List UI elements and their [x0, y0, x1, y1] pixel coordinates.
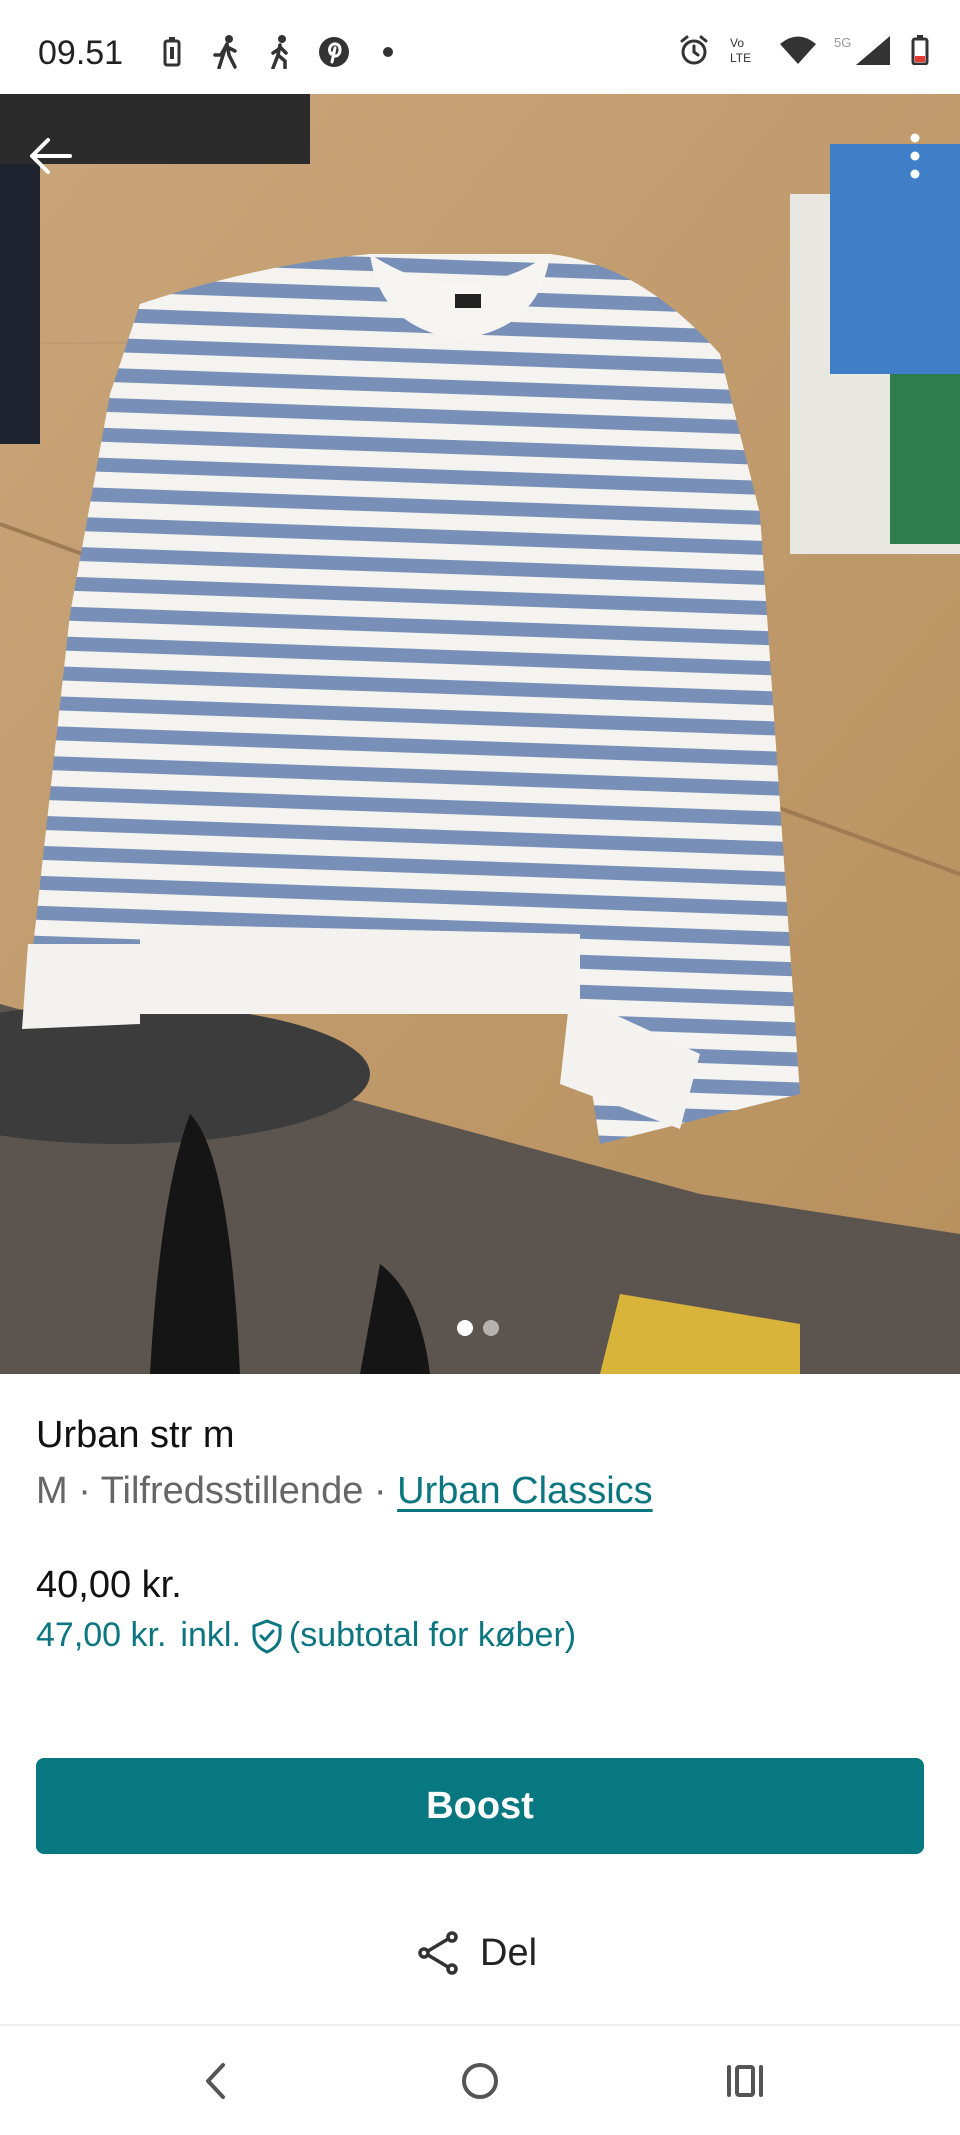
nav-home-button[interactable]: [455, 2056, 505, 2106]
wifi-icon: [778, 34, 818, 66]
battery-icon: [910, 34, 930, 66]
battery-saver-icon: [156, 36, 188, 68]
walking-icon: [210, 35, 242, 69]
shield-check-icon: [249, 1618, 285, 1654]
dot-icon: [372, 36, 404, 68]
listing-title: Urban str m: [36, 1414, 235, 1456]
size-label: M: [36, 1470, 68, 1512]
share-label: Del: [480, 1931, 538, 1974]
system-navigation-bar: [0, 2024, 960, 2135]
alarm-icon: [678, 34, 710, 66]
status-bar: 09.51 Vo LTE 5G: [0, 0, 960, 94]
buyer-price-info[interactable]: 47,00 kr. inkl. (subtotal for køber): [36, 1616, 576, 1655]
more-vertical-icon: [910, 133, 920, 179]
brand-link[interactable]: Urban Classics: [397, 1470, 653, 1512]
recents-icon: [727, 2065, 763, 2097]
svg-text:Vo: Vo: [730, 36, 744, 50]
gallery-pagination: [457, 1320, 499, 1336]
listing-photo[interactable]: [0, 94, 960, 1374]
nav-recents-button[interactable]: [720, 2056, 770, 2106]
more-options-button[interactable]: [900, 128, 930, 184]
volte-icon: Vo LTE: [726, 34, 762, 66]
meta-separator: ·: [67, 1470, 101, 1512]
pagination-dot-active[interactable]: [457, 1320, 473, 1336]
share-button[interactable]: Del: [416, 1930, 537, 1976]
listing-price: 40,00 kr.: [36, 1564, 182, 1606]
home-circle-icon: [462, 2063, 498, 2099]
price-incl: 47,00 kr.: [36, 1616, 167, 1654]
pinterest-icon: [318, 36, 350, 68]
walking-icon: [264, 35, 296, 69]
svg-text:LTE: LTE: [730, 51, 751, 65]
subtotal-note: (subtotal for køber): [288, 1616, 577, 1654]
back-button[interactable]: [22, 128, 78, 184]
5g-signal-icon: 5G: [834, 34, 894, 66]
nav-back-button[interactable]: [190, 2056, 240, 2106]
chevron-left-icon: [206, 2063, 225, 2099]
share-icon: [418, 1931, 458, 1975]
pagination-dot[interactable]: [483, 1320, 499, 1336]
condition-label: Tilfredsstillende: [100, 1470, 364, 1512]
status-time: 09.51: [38, 34, 124, 72]
svg-text:5G: 5G: [834, 35, 851, 50]
listing-meta: M · Tilfredsstillende · Urban Classics: [36, 1470, 653, 1513]
boost-button[interactable]: Boost: [36, 1758, 924, 1854]
incl-label: inkl.: [180, 1616, 241, 1654]
arrow-left-icon: [30, 138, 72, 174]
meta-separator: ·: [363, 1470, 398, 1512]
